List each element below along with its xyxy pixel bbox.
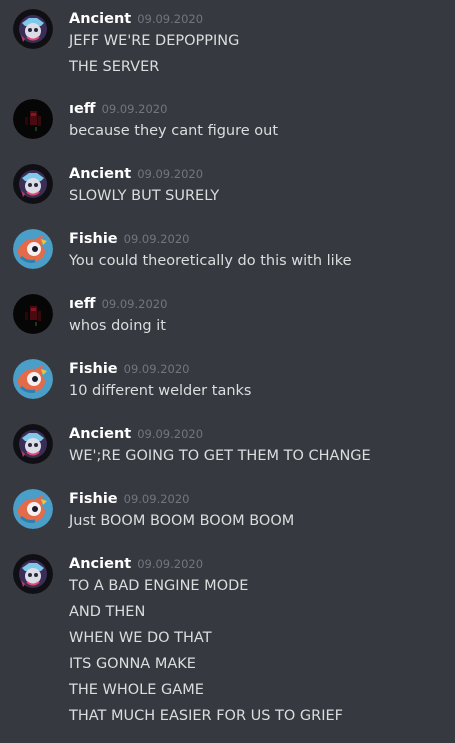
message-content: whos doing it <box>69 313 449 339</box>
timestamp: 09.09.2020 <box>123 362 190 376</box>
author-name[interactable]: Fishie <box>69 491 118 507</box>
message-header: Fishie 09.09.2020 <box>69 488 190 508</box>
message-header: ıeff 09.09.2020 <box>69 293 167 313</box>
author-name[interactable]: Fishie <box>69 361 118 377</box>
timestamp: 09.09.2020 <box>137 427 204 441</box>
message-line: 10 different welder tanks <box>69 383 252 399</box>
message-content: WE';RE GOING TO GET THEM TO CHANGE <box>69 443 449 469</box>
message-content: because they cant figure out <box>69 118 449 144</box>
message-line: TO A BAD ENGINE MODE <box>69 578 249 594</box>
timestamp: 09.09.2020 <box>137 12 204 26</box>
message-line: THAT MUCH EASIER FOR US TO GRIEF <box>69 708 344 724</box>
avatar[interactable] <box>13 424 53 464</box>
author-name[interactable]: ıeff <box>69 101 96 117</box>
message-content: You could theoretically do this with lik… <box>69 248 449 274</box>
message-header: Ancient 09.09.2020 <box>69 8 203 28</box>
message-content: JEFF WE'RE DEPOPPING THE SERVER <box>69 28 449 80</box>
message-line: because they cant figure out <box>69 123 279 139</box>
timestamp: 09.09.2020 <box>137 167 204 181</box>
avatar[interactable] <box>13 489 53 529</box>
message-header: Ancient 09.09.2020 <box>69 553 203 573</box>
message-line: WE';RE GOING TO GET THEM TO CHANGE <box>69 448 371 464</box>
message-content: 10 different welder tanks <box>69 378 449 404</box>
timestamp: 09.09.2020 <box>137 557 204 571</box>
avatar[interactable] <box>13 554 53 594</box>
chat-message-list[interactable]: Ancient 09.09.2020 JEFF WE'RE DEPOPPING THE… <box>0 0 455 743</box>
author-name[interactable]: ıeff <box>69 296 96 312</box>
author-name[interactable]: Fishie <box>69 231 118 247</box>
message-content: Just BOOM BOOM BOOM BOOM <box>69 508 449 534</box>
message-header: ıeff 09.09.2020 <box>69 98 167 118</box>
message-header: Fishie 09.09.2020 <box>69 358 190 378</box>
message-line: JEFF WE'RE DEPOPPING <box>69 33 240 49</box>
timestamp: 09.09.2020 <box>123 232 190 246</box>
message-line: SLOWLY BUT SURELY <box>69 188 220 204</box>
avatar[interactable] <box>13 359 53 399</box>
message-line: You could theoretically do this with lik… <box>69 253 352 269</box>
avatar[interactable] <box>13 9 53 49</box>
message-line: THE WHOLE GAME <box>69 682 204 698</box>
message-line: ITS GONNA MAKE <box>69 656 196 672</box>
message-header: Fishie 09.09.2020 <box>69 228 190 248</box>
message-line: whos doing it <box>69 318 166 334</box>
message-content: TO A BAD ENGINE MODE AND THEN WHEN WE DO T… <box>69 573 449 729</box>
avatar[interactable] <box>13 164 53 204</box>
avatar[interactable] <box>13 229 53 269</box>
author-name[interactable]: Ancient <box>69 556 131 572</box>
message-line: AND THEN <box>69 604 146 620</box>
message-line: WHEN WE DO THAT <box>69 630 212 646</box>
avatar[interactable] <box>13 99 53 139</box>
message-line: Just BOOM BOOM BOOM BOOM <box>69 513 295 529</box>
author-name[interactable]: Ancient <box>69 166 131 182</box>
author-name[interactable]: Ancient <box>69 426 131 442</box>
author-name[interactable]: Ancient <box>69 11 131 27</box>
timestamp: 09.09.2020 <box>123 492 190 506</box>
message-line: THE SERVER <box>69 59 160 75</box>
avatar[interactable] <box>13 294 53 334</box>
message-content: SLOWLY BUT SURELY <box>69 183 449 209</box>
message-header: Ancient 09.09.2020 <box>69 423 203 443</box>
timestamp: 09.09.2020 <box>101 102 168 116</box>
message-header: Ancient 09.09.2020 <box>69 163 203 183</box>
timestamp: 09.09.2020 <box>101 297 168 311</box>
